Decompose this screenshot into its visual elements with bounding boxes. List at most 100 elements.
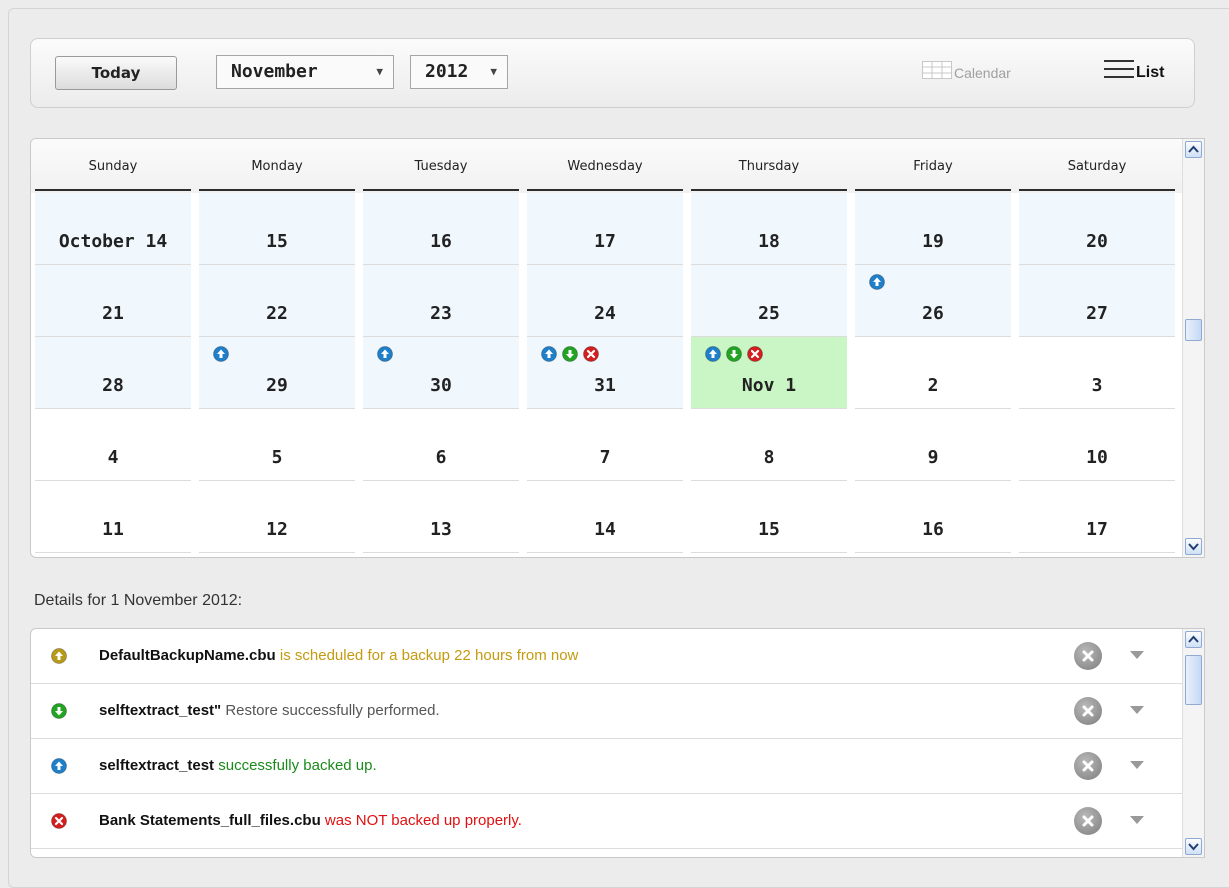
day-cell[interactable]: 10 bbox=[1019, 409, 1175, 481]
day-cell[interactable]: 19 bbox=[855, 193, 1011, 265]
day-number: 2 bbox=[927, 375, 939, 396]
error-icon[interactable] bbox=[747, 346, 763, 362]
day-cell[interactable]: 6 bbox=[363, 409, 519, 481]
weekday-tuesday: Tuesday bbox=[363, 139, 519, 191]
day-cell[interactable]: 16 bbox=[363, 193, 519, 265]
weekday-monday: Monday bbox=[199, 139, 355, 191]
scroll-thumb[interactable] bbox=[1185, 655, 1202, 705]
chevron-down-icon[interactable] bbox=[1130, 651, 1144, 659]
day-cell[interactable]: 11 bbox=[35, 481, 191, 553]
day-cell[interactable]: 13 bbox=[363, 481, 519, 553]
year-select[interactable]: 2012 ▼ bbox=[410, 55, 508, 89]
restore-icon bbox=[51, 703, 67, 723]
day-cell[interactable]: 7 bbox=[527, 409, 683, 481]
day-cell[interactable]: 28 bbox=[35, 337, 191, 409]
day-cell[interactable]: 9 bbox=[855, 409, 1011, 481]
day-cell[interactable]: 17 bbox=[527, 193, 683, 265]
detail-row[interactable]: DefaultBackupName.cbu is scheduled for a… bbox=[31, 629, 1183, 684]
day-cell[interactable]: 16 bbox=[855, 481, 1011, 553]
day-number: 8 bbox=[763, 447, 775, 468]
detail-row[interactable]: selftextract_test" Restore successfully … bbox=[31, 684, 1183, 739]
day-number: 9 bbox=[927, 447, 939, 468]
scroll-up-button[interactable] bbox=[1185, 631, 1202, 648]
details-scrollbar[interactable] bbox=[1182, 629, 1204, 857]
error-icon[interactable] bbox=[583, 346, 599, 362]
day-cell[interactable]: 14 bbox=[527, 481, 683, 553]
detail-item-name: Bank Statements_full_files.cbu bbox=[99, 812, 321, 829]
day-cell[interactable]: October 14 bbox=[35, 193, 191, 265]
restore-icon[interactable] bbox=[562, 346, 578, 362]
scroll-up-button[interactable] bbox=[1185, 141, 1202, 158]
backup-icon[interactable] bbox=[869, 274, 885, 290]
day-cell[interactable]: 22 bbox=[199, 265, 355, 337]
scroll-down-button[interactable] bbox=[1185, 538, 1202, 555]
day-cell[interactable]: 4 bbox=[35, 409, 191, 481]
day-number: 19 bbox=[922, 231, 944, 252]
day-number: 22 bbox=[266, 303, 288, 324]
scroll-thumb[interactable] bbox=[1185, 319, 1202, 341]
day-cell[interactable]: 31 bbox=[527, 337, 683, 409]
day-cell[interactable]: 12 bbox=[199, 481, 355, 553]
day-number: 14 bbox=[594, 519, 616, 540]
chevron-down-icon[interactable] bbox=[1130, 761, 1144, 769]
scheduled-icon bbox=[51, 648, 67, 668]
delete-icon[interactable] bbox=[1074, 697, 1102, 725]
backup-icon[interactable] bbox=[377, 346, 393, 362]
day-cell[interactable]: 27 bbox=[1019, 265, 1175, 337]
day-cell[interactable]: 3 bbox=[1019, 337, 1175, 409]
day-cell[interactable]: 8 bbox=[691, 409, 847, 481]
day-cell[interactable]: 18 bbox=[691, 193, 847, 265]
backup-icon[interactable] bbox=[705, 346, 721, 362]
delete-icon[interactable] bbox=[1074, 807, 1102, 835]
delete-icon[interactable] bbox=[1074, 642, 1102, 670]
detail-item-message: Restore successfully performed. bbox=[221, 702, 440, 719]
chevron-down-icon[interactable] bbox=[1130, 816, 1144, 824]
day-number: 30 bbox=[430, 375, 452, 396]
day-cell[interactable]: 5 bbox=[199, 409, 355, 481]
detail-item-message: is scheduled for a backup 22 hours from … bbox=[275, 647, 579, 664]
backup-icon[interactable] bbox=[541, 346, 557, 362]
day-cell[interactable]: 30 bbox=[363, 337, 519, 409]
weekday-thursday: Thursday bbox=[691, 139, 847, 191]
day-cell[interactable]: 29 bbox=[199, 337, 355, 409]
day-cell-today[interactable]: Nov 1 bbox=[691, 337, 847, 409]
day-number: 18 bbox=[758, 231, 780, 252]
day-cell[interactable]: 25 bbox=[691, 265, 847, 337]
day-cell[interactable]: 20 bbox=[1019, 193, 1175, 265]
today-button[interactable]: Today bbox=[55, 56, 177, 90]
day-cell[interactable]: 23 bbox=[363, 265, 519, 337]
month-select[interactable]: November ▼ bbox=[216, 55, 394, 89]
day-number: 13 bbox=[430, 519, 452, 540]
restore-icon[interactable] bbox=[726, 346, 742, 362]
day-event-icons bbox=[377, 346, 393, 362]
day-cell[interactable]: 2 bbox=[855, 337, 1011, 409]
day-number: 7 bbox=[599, 447, 611, 468]
day-cell[interactable]: 15 bbox=[691, 481, 847, 553]
day-event-icons bbox=[705, 346, 763, 362]
calendar-grid: Sunday Monday Tuesday Wednesday Thursday Frid… bbox=[30, 138, 1205, 558]
scroll-down-button[interactable] bbox=[1185, 838, 1202, 855]
day-cell[interactable]: 26 bbox=[855, 265, 1011, 337]
chevron-down-icon[interactable] bbox=[1130, 706, 1144, 714]
year-select-value: 2012 bbox=[425, 61, 469, 82]
detail-row[interactable]: Bank Statements_full_files.cbu was NOT b… bbox=[31, 794, 1183, 849]
day-number: 15 bbox=[758, 519, 780, 540]
list-view-toggle[interactable]: List bbox=[1104, 60, 1164, 85]
detail-item-message: successfully backed up. bbox=[214, 757, 377, 774]
day-number: 23 bbox=[430, 303, 452, 324]
calendar-view-toggle[interactable]: Calendar bbox=[922, 60, 1011, 86]
detail-text: Bank Statements_full_files.cbu was NOT b… bbox=[99, 812, 522, 829]
day-number: 29 bbox=[266, 375, 288, 396]
backup-icon[interactable] bbox=[213, 346, 229, 362]
calendar-grid-icon bbox=[922, 60, 952, 86]
delete-icon[interactable] bbox=[1074, 752, 1102, 780]
day-number: 5 bbox=[271, 447, 283, 468]
day-number: 27 bbox=[1086, 303, 1108, 324]
day-cell[interactable]: 24 bbox=[527, 265, 683, 337]
detail-row[interactable]: selftextract_test successfully backed up… bbox=[31, 739, 1183, 794]
day-cell[interactable]: 17 bbox=[1019, 481, 1175, 553]
calendar-scrollbar[interactable] bbox=[1182, 139, 1204, 557]
day-cell[interactable]: 15 bbox=[199, 193, 355, 265]
day-cell[interactable]: 21 bbox=[35, 265, 191, 337]
chevron-down-icon: ▼ bbox=[490, 65, 497, 78]
